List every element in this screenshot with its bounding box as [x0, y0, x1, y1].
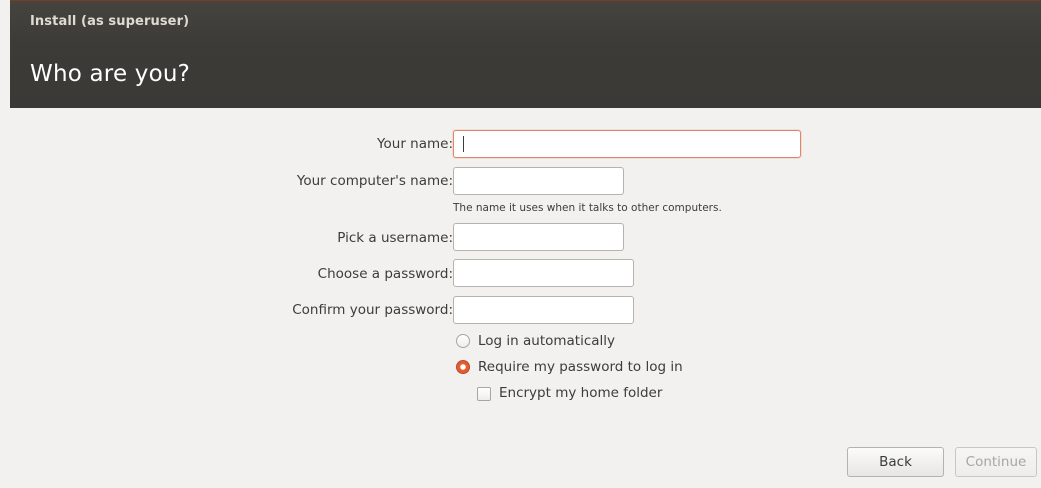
encrypt-home-folder-label[interactable]: Encrypt my home folder: [499, 385, 662, 401]
continue-button[interactable]: Continue: [955, 447, 1037, 477]
password-input[interactable]: [453, 259, 634, 287]
username-label: Pick a username:: [337, 230, 453, 246]
page-heading: Who are you?: [30, 61, 191, 87]
installer-header: Install (as superuser) Who are you?: [10, 0, 1041, 108]
log-in-automatically-radio[interactable]: [456, 334, 470, 348]
computer-name-label: Your computer's name:: [296, 173, 453, 189]
require-password-label[interactable]: Require my password to log in: [478, 359, 683, 375]
require-password-radio[interactable]: [456, 360, 470, 374]
your-name-input[interactable]: [453, 130, 801, 158]
confirm-password-label: Confirm your password:: [292, 302, 453, 318]
password-label: Choose a password:: [317, 266, 453, 282]
computer-name-hint: The name it uses when it talks to other …: [453, 202, 722, 214]
who-are-you-form: Your name: Your computer's name: The nam…: [10, 108, 1041, 488]
log-in-automatically-label[interactable]: Log in automatically: [478, 333, 615, 349]
your-name-label: Your name:: [377, 136, 453, 152]
back-button[interactable]: Back: [847, 447, 944, 477]
computer-name-input[interactable]: [453, 167, 624, 195]
window-title: Install (as superuser): [30, 14, 190, 29]
text-cursor: [463, 136, 464, 152]
username-input[interactable]: [453, 223, 624, 251]
encrypt-home-folder-checkbox[interactable]: [477, 387, 491, 401]
confirm-password-input[interactable]: [453, 296, 634, 324]
